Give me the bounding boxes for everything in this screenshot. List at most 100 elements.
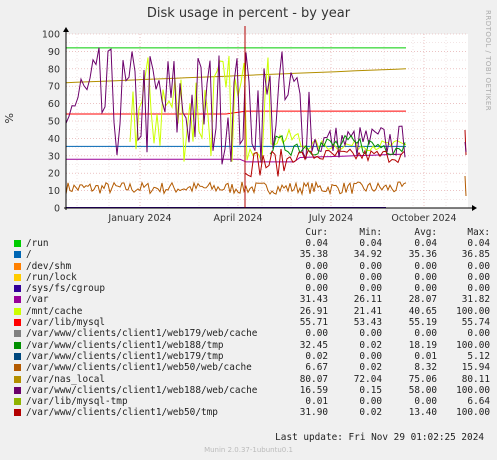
legend-max-value: 15.94 — [461, 362, 490, 374]
legend-item: /run 0.04 0.04 0.04 0.04 — [14, 238, 490, 249]
legend-cur-value: 31.90 — [299, 407, 328, 419]
legend-avg-value: 0.00 — [414, 328, 437, 340]
y-tick-label: 90 — [48, 47, 60, 58]
legend-item: /mnt/cache 26.91 21.41 40.65 100.00 — [14, 305, 490, 317]
legend-series-name: /var/nas_local — [26, 373, 106, 385]
legend-max-value: 100.00 — [456, 339, 490, 351]
y-tick-label: 20 — [48, 169, 60, 180]
legend-swatch — [14, 262, 21, 270]
legend-item: /var/www/clients/client1/web50/tmp 31.90 0… — [14, 407, 490, 419]
x-tick-label: April 2024 — [214, 213, 263, 224]
y-tick-label: 50 — [48, 117, 60, 128]
legend: Cur: Min: Avg: Max: /run 0.04 0.04 0.04 0.04… — [14, 227, 490, 419]
legend-item: /dev/shm 0.00 0.00 0.00 0.00 — [14, 260, 490, 272]
legend-series-name: /dev/shm — [26, 260, 72, 272]
y-tick-label: 40 — [48, 134, 60, 145]
legend-series-name: /var/www/clients/client1/web50/web/cache — [26, 362, 252, 374]
legend-min-value: 0.04 — [359, 238, 382, 249]
legend-max-value: 31.82 — [461, 294, 490, 306]
y-tick-label: 10 — [48, 186, 60, 197]
legend-min-value: 0.15 — [359, 384, 382, 396]
legend-swatch — [14, 398, 21, 406]
legend-header-cur: Cur: — [305, 227, 328, 238]
legend-min-value: 0.02 — [359, 362, 382, 374]
legend-item: /var/lib/mysql 55.71 53.43 55.19 55.74 — [14, 317, 490, 329]
legend-max-value: 100.00 — [456, 407, 490, 419]
legend-min-value: 0.00 — [359, 260, 382, 272]
legend-cur-value: 0.04 — [305, 238, 328, 249]
legend-swatch — [14, 251, 21, 259]
legend-cur-value: 0.01 — [305, 396, 328, 408]
legend-series-name: /var/www/clients/client1/web188/web/cach… — [26, 384, 258, 396]
legend-min-value: 0.00 — [359, 396, 382, 408]
legend-avg-value: 0.00 — [414, 396, 437, 408]
legend-avg-value: 40.65 — [408, 305, 437, 317]
last-update: Last update: Fri Nov 29 01:02:25 2024 — [275, 432, 484, 443]
legend-swatch — [14, 375, 21, 383]
legend-item: /sys/fs/cgroup 0.00 0.00 0.00 0.00 — [14, 283, 490, 294]
x-tick-labels: January 2024 April 2024 July 2024 October 2… — [107, 213, 456, 224]
legend-cur-value: 80.07 — [299, 373, 328, 385]
legend-swatch — [14, 409, 21, 417]
legend-series-name: /run — [26, 238, 49, 249]
legend-avg-value: 58.00 — [408, 384, 437, 396]
legend-item: /var/www/clients/client1/web188/tmp 32.45… — [14, 339, 490, 351]
legend-avg-value: 8.32 — [414, 362, 437, 374]
legend-max-value: 0.00 — [467, 271, 490, 283]
legend-series-name: /var/lib/mysql-tmp — [26, 396, 128, 408]
legend-cur-value: 35.38 — [299, 249, 328, 261]
legend-swatch — [14, 285, 21, 293]
x-axis-arrow — [472, 205, 477, 211]
legend-header-avg: Avg: — [414, 227, 437, 238]
legend-swatch — [14, 352, 21, 360]
legend-rows: /run 0.04 0.04 0.04 0.04 / 35.38 34.92 35.36 36.8… — [14, 238, 490, 419]
y-tick-label: 0 — [54, 204, 60, 215]
legend-max-value: 0.00 — [467, 260, 490, 272]
legend-swatch — [14, 240, 21, 247]
legend-item: /run/lock 0.00 0.00 0.00 0.00 — [14, 271, 490, 283]
legend-min-value: 53.43 — [353, 317, 382, 329]
legend-item: /var 31.43 26.11 28.07 31.82 — [14, 294, 490, 305]
y-tick-labels: 0 10 20 30 40 50 60 70 80 90 100 — [42, 30, 60, 215]
legend-avg-value: 13.40 — [408, 407, 437, 419]
legend-max-value: 0.00 — [467, 283, 490, 295]
legend-max-value: 0.00 — [467, 328, 490, 340]
munin-version: Munin 2.0.37-1ubuntu0.1 — [204, 446, 293, 454]
legend-avg-value: 75.06 — [408, 373, 437, 385]
legend-item: /var/www/clients/client1/web50/web/cache… — [14, 362, 490, 374]
legend-avg-value: 0.01 — [414, 350, 437, 362]
legend-swatch — [14, 273, 21, 281]
legend-min-value: 0.02 — [359, 407, 382, 419]
legend-item: /var/www/clients/client1/web179/web/cach… — [14, 328, 490, 340]
legend-max-value: 5.12 — [467, 350, 490, 362]
legend-max-value: 55.74 — [461, 317, 490, 329]
legend-swatch — [14, 319, 21, 327]
legend-item: /var/www/clients/client1/web188/web/cach… — [14, 384, 490, 396]
plot-area: 0 10 20 30 40 50 60 70 80 90 100 January 2024 April… — [42, 26, 477, 224]
y-tick-label: 30 — [48, 151, 60, 162]
legend-max-value: 6.64 — [467, 396, 490, 408]
legend-series-name: /run/lock — [26, 271, 77, 283]
legend-item: /var/nas_local 80.07 72.04 75.06 80.11 — [14, 373, 490, 385]
legend-swatch — [14, 307, 21, 315]
legend-cur-value: 0.00 — [305, 271, 328, 283]
legend-min-value: 0.02 — [359, 339, 382, 351]
legend-item: /var/www/clients/client1/web179/tmp 0.02 0… — [14, 350, 490, 362]
legend-avg-value: 18.19 — [408, 339, 437, 351]
legend-series-name: /var/www/clients/client1/web179/tmp — [26, 350, 224, 362]
legend-swatch — [14, 364, 21, 372]
legend-max-value: 36.85 — [461, 249, 490, 261]
legend-min-value: 0.00 — [359, 328, 382, 340]
legend-cur-value: 0.02 — [305, 350, 328, 362]
legend-swatch — [14, 330, 21, 338]
legend-min-value: 0.00 — [359, 350, 382, 362]
legend-swatch — [14, 386, 21, 394]
legend-min-value: 72.04 — [353, 373, 382, 385]
y-tick-label: 80 — [48, 64, 60, 75]
y-tick-label: 70 — [48, 82, 60, 93]
legend-series-name: /mnt/cache — [26, 305, 83, 317]
legend-avg-value: 0.00 — [414, 260, 437, 272]
legend-cur-value: 55.71 — [299, 317, 328, 329]
legend-cur-value: 32.45 — [299, 339, 328, 351]
legend-series-name: /var/lib/mysql — [26, 317, 106, 329]
